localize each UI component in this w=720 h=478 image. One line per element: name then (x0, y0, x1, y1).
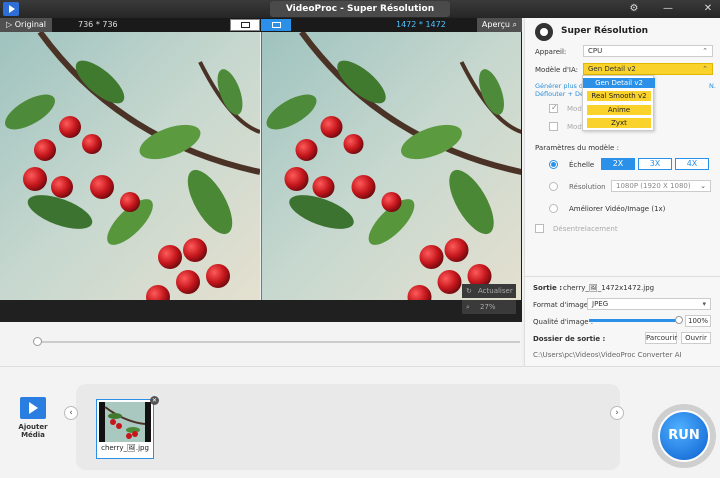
deinterlace-checkbox[interactable] (535, 224, 544, 233)
apercu-label: Aperçu (481, 20, 510, 29)
chevron-down-icon: ▾ (702, 300, 706, 308)
folder-path: C:\Users\pc\Videos\VideoProc Converter A… (533, 351, 682, 359)
original-image (0, 32, 260, 322)
thumbnail-image (99, 402, 151, 442)
output-label: Sortie : (533, 284, 563, 292)
viewer-bottom-strip (0, 300, 522, 322)
scale-label: Échelle (569, 161, 595, 169)
model-value: Gen Detail v2 (588, 65, 636, 73)
quality-value[interactable]: 100% (685, 315, 711, 327)
open-button[interactable]: Ouvrir (681, 332, 711, 344)
output-dimensions: 1472 * 1472 (396, 20, 446, 29)
model-dropdown: Gen Detail v2 Real Smooth v2 Anime Zyxt (582, 75, 655, 131)
format-select[interactable]: JPEG ▾ (587, 298, 711, 310)
device-value: CPU (588, 47, 603, 55)
resolution-value: 1080P (1920 X 1080) (616, 182, 691, 190)
split-view-icon (241, 22, 250, 28)
quality-label: Qualité d'image : (533, 318, 594, 326)
original-button[interactable]: ▷ Original (0, 18, 53, 32)
resolution-select[interactable]: 1080P (1920 X 1080) ⌄ (611, 180, 711, 192)
zoom-indicator[interactable]: ⌕ 27% (462, 300, 516, 314)
hint-line1-end: N. (709, 82, 716, 90)
model-select[interactable]: Gen Detail v2 ⌃ (583, 63, 713, 75)
split-view-toggle[interactable] (230, 19, 260, 31)
add-media-label: Ajouter Média (18, 423, 48, 439)
zoom-value: 27% (480, 303, 496, 311)
format-label: Format d'image : (533, 301, 593, 309)
scroll-left-button[interactable]: ‹ (64, 406, 78, 420)
chevron-down-icon: ⌃ (702, 47, 708, 55)
device-label: Appareil: (535, 48, 567, 56)
dropdown-item-real-smooth[interactable]: Real Smooth v2 (587, 91, 651, 101)
add-media-icon (20, 397, 46, 419)
thumbnail-label: cherry_🖼.jpg (101, 444, 149, 452)
dropdown-item-zyxt[interactable]: Zyxt (587, 118, 651, 128)
scale-2x-button[interactable]: 2X (601, 158, 635, 170)
device-select[interactable]: CPU ⌃ (583, 45, 713, 57)
output-filename[interactable]: cherry_🖼_1472x1472.jpg (563, 284, 654, 292)
panel-title: Super Résolution (561, 26, 649, 36)
quality-slider[interactable] (589, 319, 679, 322)
run-button[interactable]: RUN (658, 410, 710, 462)
media-thumbnail[interactable]: cherry_🖼.jpg (96, 399, 154, 459)
model-checkbox-1-label: Mod (567, 105, 582, 113)
super-resolution-icon (535, 23, 553, 41)
model-checkbox-2[interactable] (549, 122, 558, 131)
app-logo-icon (3, 2, 19, 16)
close-icon[interactable]: ✕ (700, 1, 716, 17)
dropdown-item-anime[interactable]: Anime (587, 105, 651, 115)
title-bar: VideoProc - Super Résolution ⚙ — ✕ (0, 0, 720, 18)
folder-label: Dossier de sortie : (533, 335, 606, 343)
minimize-icon[interactable]: — (660, 1, 676, 17)
chevron-down-icon: ⌄ (700, 182, 706, 190)
output-image (261, 32, 521, 322)
refresh-label: Actualiser (478, 287, 513, 295)
settings-panel: Super Résolution Appareil: CPU ⌃ Modèle … (524, 18, 720, 366)
zoom-icon: ⌕ (466, 303, 470, 311)
timeline-knob[interactable] (33, 337, 42, 346)
scale-4x-button[interactable]: 4X (675, 158, 709, 170)
improve-label: Améliorer Vidéo/Image (1x) (569, 205, 666, 213)
model-checkbox-1[interactable] (549, 103, 558, 113)
search-icon: ⌕ (512, 20, 517, 29)
chevron-down-icon: ⌃ (702, 65, 708, 73)
original-dimensions: 736 * 736 (78, 20, 118, 29)
scale-radio[interactable] (549, 160, 558, 169)
improve-radio[interactable] (549, 204, 558, 213)
apercu-button[interactable]: Aperçu ⌕ (476, 18, 522, 32)
window-title: VideoProc - Super Résolution (270, 1, 450, 17)
model-label: Modèle d'IA: (535, 66, 579, 74)
preview-header: ▷ Original 736 * 736 1472 * 1472 Aperçu … (0, 18, 522, 32)
compare-view-toggle[interactable] (261, 19, 291, 31)
panel-separator (525, 276, 720, 277)
hint-line1: Générer plus de (535, 82, 588, 90)
gear-icon[interactable]: ⚙ (626, 1, 642, 17)
refresh-icon: ↻ (466, 287, 472, 295)
timeline-area (0, 322, 522, 366)
format-value: JPEG (592, 300, 609, 308)
close-icon[interactable]: ✕ (150, 396, 159, 405)
refresh-button[interactable]: ↻ Actualiser (462, 284, 516, 298)
quality-knob[interactable] (675, 316, 683, 324)
scroll-right-button[interactable]: › (610, 406, 624, 420)
model-checkbox-2-label: Mod (567, 123, 582, 131)
media-area: Ajouter Média ‹ › cherry_🖼.jpg ✕ (0, 366, 720, 478)
scale-3x-button[interactable]: 3X (638, 158, 672, 170)
original-label: Original (14, 20, 47, 29)
deinterlace-label: Désentrelacement (553, 225, 618, 233)
dropdown-item-gen-detail[interactable]: Gen Detail v2 (583, 78, 655, 88)
resolution-label: Résolution (569, 183, 606, 191)
compare-view-icon (272, 22, 281, 28)
browse-button[interactable]: Parcourir (645, 332, 677, 344)
resolution-radio[interactable] (549, 182, 558, 191)
image-viewer: ↻ Actualiser ⌕ 27% (0, 32, 522, 322)
add-media-button[interactable]: Ajouter Média (8, 397, 58, 439)
timeline-track[interactable] (36, 341, 520, 343)
params-label: Paramètres du modèle : (535, 144, 619, 152)
